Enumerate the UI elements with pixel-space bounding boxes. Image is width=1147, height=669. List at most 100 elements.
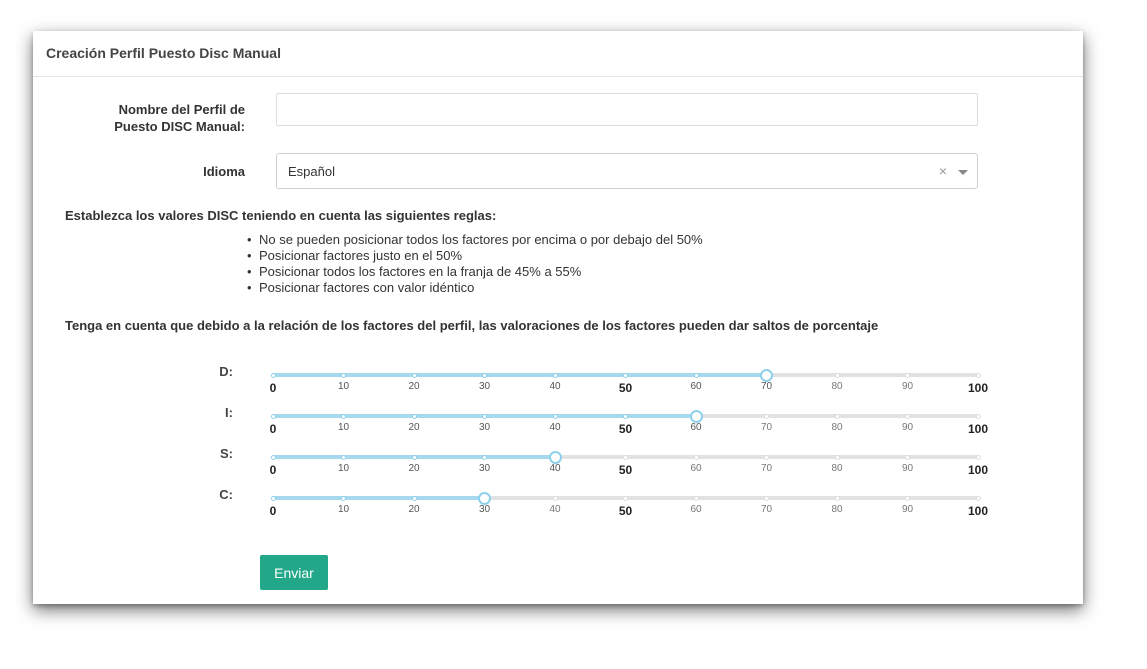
panel-title: Creación Perfil Puesto Disc Manual [46, 45, 281, 61]
slider-tick [623, 454, 628, 460]
rules-title: Establezca los valores DISC teniendo en … [65, 208, 497, 223]
slider-tick-label: 40 [549, 422, 561, 433]
slider-tick-label: 70 [760, 463, 773, 474]
slider-tick [834, 413, 840, 419]
slider-label: S: [220, 446, 233, 461]
profile-name-label: Nombre del Perfil de Puesto DISC Manual: [114, 102, 245, 134]
rule-item: • Posicionar factores justo en el 50% [247, 248, 463, 263]
slider-tick [905, 372, 910, 378]
slider-tick [411, 413, 417, 419]
slider-label: I: [225, 405, 233, 420]
rules-list: • No se pueden posicionar todos los facto… [247, 232, 703, 296]
language-label: Idioma [203, 164, 245, 179]
slider-tick [411, 495, 417, 501]
slider-label: D: [219, 364, 233, 379]
slider-handle[interactable] [548, 450, 562, 464]
slider-tick [270, 454, 276, 460]
slider-tick-label: 30 [478, 422, 491, 433]
slider-tick [975, 454, 981, 460]
slider-tick [552, 413, 558, 419]
slider-tick-label: 60 [690, 504, 702, 515]
slider-tick [341, 372, 346, 378]
clear-icon[interactable]: × [939, 163, 947, 179]
slider-tick [482, 372, 487, 378]
slider-tick-label: 80 [831, 504, 843, 515]
slider-tick [270, 372, 276, 378]
slider-tick [975, 372, 981, 378]
slider-tick [623, 413, 628, 419]
slider-tick-label: 80 [831, 463, 843, 474]
slider-tick-label: 0 [269, 422, 277, 436]
slider-tick-label: 90 [901, 381, 914, 392]
slider-tick [552, 495, 558, 501]
slider-tick-label: 40 [549, 463, 561, 474]
slider-tick [341, 454, 346, 460]
slider-tick [693, 454, 699, 460]
slider-tick [975, 413, 981, 419]
slider-handle[interactable] [760, 368, 773, 382]
slider-tick-label: 80 [831, 422, 843, 433]
slider-tick-label: 50 [618, 463, 633, 477]
slider-tick-label: 90 [901, 463, 914, 474]
slider-tick [834, 372, 840, 378]
language-selected-value: Español [288, 164, 335, 179]
slider-tick-label: 100 [967, 381, 989, 395]
slider-tick [270, 413, 276, 419]
slider-tick-label: 10 [337, 463, 350, 474]
slider-tick-label: 60 [690, 463, 702, 474]
slider-tick-label: 60 [690, 381, 702, 392]
slider-tick-label: 40 [549, 504, 561, 515]
slider-fill [273, 496, 485, 500]
slider-tick [834, 495, 840, 501]
slider-label: C: [219, 487, 233, 502]
slider-tick-label: 20 [408, 504, 420, 515]
slider-tick-label: 90 [901, 504, 914, 515]
slider-tick [411, 454, 417, 460]
slider-tick [482, 454, 487, 460]
slider-tick-label: 20 [408, 463, 420, 474]
slider-tick-label: 70 [760, 422, 773, 433]
slider-tick-label: 20 [408, 422, 420, 433]
slider-tick [764, 495, 769, 501]
slider-tick [693, 495, 699, 501]
slider-tick [552, 372, 558, 378]
slider-tick-label: 80 [831, 381, 843, 392]
slider-tick-label: 0 [269, 381, 277, 395]
slider-tick-label: 10 [337, 381, 350, 392]
slider-tick-label: 30 [478, 381, 491, 392]
profile-name-input[interactable] [276, 93, 978, 126]
chevron-down-icon[interactable] [958, 170, 968, 175]
slider-tick [834, 454, 840, 460]
submit-button[interactable]: Enviar [260, 555, 328, 590]
slider-tick [482, 413, 487, 419]
slider-tick-label: 50 [618, 381, 633, 395]
slider-tick [341, 413, 346, 419]
slider-tick-label: 90 [901, 422, 914, 433]
slider-fill [273, 373, 767, 377]
language-select[interactable]: Español × [276, 153, 978, 189]
slider-handle[interactable] [478, 491, 491, 505]
slider-tick [975, 495, 981, 501]
slider-tick [764, 454, 769, 460]
slider-tick [411, 372, 417, 378]
slider-tick [623, 495, 628, 501]
slider-tick-label: 100 [967, 422, 989, 436]
rule-item: • No se pueden posicionar todos los facto… [247, 232, 703, 247]
slider-tick-label: 10 [337, 422, 350, 433]
slider-handle[interactable] [689, 409, 703, 423]
slider-tick-label: 30 [478, 463, 491, 474]
slider-tick [905, 454, 910, 460]
slider-tick-label: 100 [967, 463, 989, 477]
rule-item: • Posicionar todos los factores en la fra… [247, 264, 582, 279]
rule-item: • Posicionar factores con valor idéntico [247, 280, 475, 295]
slider-tick [270, 495, 276, 501]
slider-tick-label: 50 [618, 504, 633, 518]
panel-header: Creación Perfil Puesto Disc Manual [33, 31, 1083, 77]
slider-tick-label: 60 [690, 422, 702, 433]
slider-tick-label: 30 [478, 504, 491, 515]
slider-tick [623, 372, 628, 378]
slider-tick-label: 100 [967, 504, 989, 518]
slider-tick-label: 70 [760, 381, 773, 392]
slider-tick-label: 20 [408, 381, 420, 392]
slider-tick [693, 372, 699, 378]
